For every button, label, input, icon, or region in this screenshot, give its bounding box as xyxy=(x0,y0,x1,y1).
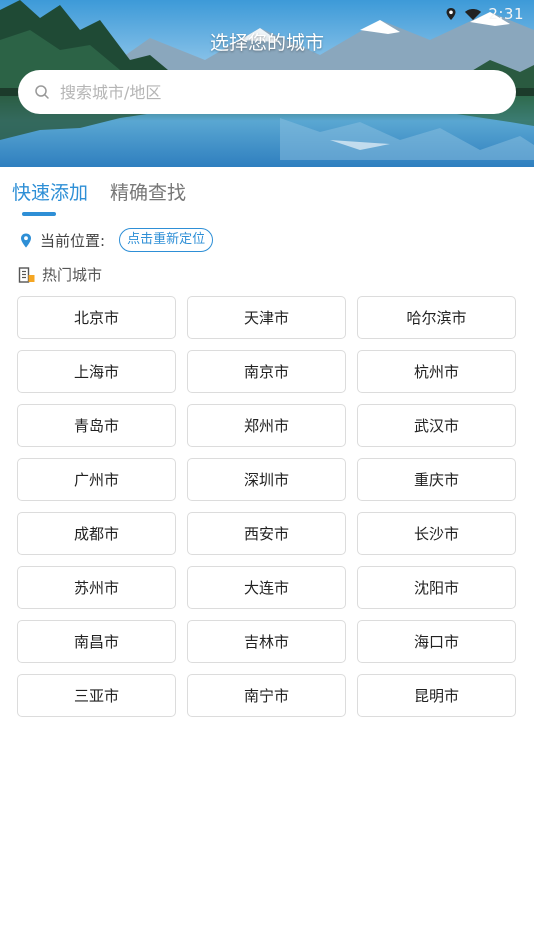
city-button[interactable]: 哈尔滨市 xyxy=(357,296,516,339)
city-button[interactable]: 三亚市 xyxy=(17,674,176,717)
city-button[interactable]: 重庆市 xyxy=(357,458,516,501)
header-banner: 2:31 选择您的城市 xyxy=(0,0,534,167)
city-button[interactable]: 苏州市 xyxy=(17,566,176,609)
city-button[interactable]: 杭州市 xyxy=(357,350,516,393)
active-tab-indicator xyxy=(22,212,56,216)
city-button[interactable]: 昆明市 xyxy=(357,674,516,717)
city-selection-screen: 2:31 选择您的城市 快速添加 精确查找 当前位置: 点击重新定位 xyxy=(0,0,534,949)
city-button[interactable]: 青岛市 xyxy=(17,404,176,447)
city-button[interactable]: 西安市 xyxy=(187,512,346,555)
location-pin-icon xyxy=(446,8,456,20)
city-button[interactable]: 成都市 xyxy=(17,512,176,555)
search-input[interactable] xyxy=(60,82,480,102)
wifi-icon xyxy=(465,9,482,20)
city-button[interactable]: 上海市 xyxy=(17,350,176,393)
page-title: 选择您的城市 xyxy=(209,32,324,54)
hot-cities-grid: 北京市 天津市 哈尔滨市 上海市 南京市 杭州市 青岛市 郑州市 武汉市 广州市… xyxy=(17,296,517,717)
search-bar[interactable] xyxy=(18,70,516,114)
hot-cities-label: 热门城市 xyxy=(42,266,103,284)
city-button[interactable]: 海口市 xyxy=(357,620,516,663)
tab-precise-search[interactable]: 精确查找 xyxy=(110,178,186,219)
city-button[interactable]: 武汉市 xyxy=(357,404,516,447)
city-button[interactable]: 郑州市 xyxy=(187,404,346,447)
city-button[interactable]: 吉林市 xyxy=(187,620,346,663)
city-button[interactable]: 深圳市 xyxy=(187,458,346,501)
city-button[interactable]: 长沙市 xyxy=(357,512,516,555)
city-button[interactable]: 沈阳市 xyxy=(357,566,516,609)
hot-cities-header: 热门城市 xyxy=(18,264,102,285)
status-time: 2:31 xyxy=(488,5,524,23)
building-icon xyxy=(18,266,35,283)
relocate-button[interactable]: 点击重新定位 xyxy=(119,228,214,252)
current-location-row: 当前位置: 点击重新定位 xyxy=(20,228,214,252)
city-button[interactable]: 北京市 xyxy=(17,296,176,339)
current-location-label: 当前位置: xyxy=(40,231,106,250)
city-button[interactable]: 南宁市 xyxy=(187,674,346,717)
location-pin-icon xyxy=(21,233,31,247)
city-button[interactable]: 南昌市 xyxy=(17,620,176,663)
search-icon xyxy=(35,85,49,99)
city-button[interactable]: 广州市 xyxy=(17,458,176,501)
status-bar: 2:31 xyxy=(444,4,524,24)
city-button[interactable]: 南京市 xyxy=(187,350,346,393)
city-button[interactable]: 大连市 xyxy=(187,566,346,609)
city-button[interactable]: 天津市 xyxy=(187,296,346,339)
